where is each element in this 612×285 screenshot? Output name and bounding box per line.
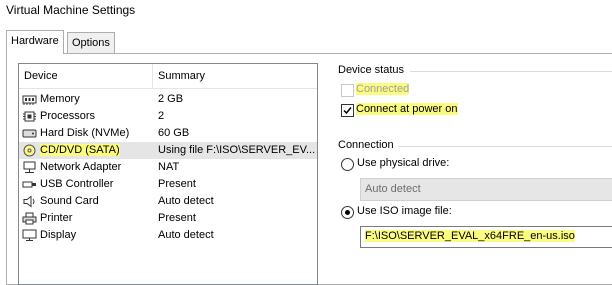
column-header-summary[interactable]: Summary xyxy=(158,70,205,82)
device-status-label: Device status xyxy=(338,64,405,76)
device-list-header: Device Summary xyxy=(19,64,317,89)
processor-icon xyxy=(23,111,36,122)
device-row-hard-disk[interactable]: Hard Disk (NVMe) 60 GB xyxy=(19,125,317,142)
device-name: Hard Disk (NVMe) xyxy=(40,127,130,139)
device-row-processors[interactable]: Processors 2 xyxy=(19,108,317,125)
device-summary: NAT xyxy=(158,161,180,173)
window-title: Virtual Machine Settings xyxy=(6,3,136,17)
iso-path-input[interactable]: F:\ISO\SERVER_EVAL_x64FRE_en-us.iso xyxy=(360,226,612,248)
device-summary: Present xyxy=(158,212,196,224)
device-name: Sound Card xyxy=(40,195,99,207)
use-physical-drive-radio[interactable] xyxy=(341,158,354,171)
column-header-device[interactable]: Device xyxy=(24,70,58,82)
device-name: Network Adapter xyxy=(40,161,122,173)
device-name: CD/DVD (SATA) xyxy=(40,144,120,156)
radio-dot-icon xyxy=(345,210,350,215)
memory-icon xyxy=(22,95,37,105)
hard-disk-icon xyxy=(22,129,37,138)
device-name: Printer xyxy=(40,212,73,224)
use-iso-image-label: Use ISO image file: xyxy=(357,205,452,217)
connect-at-power-on-label: Connect at power on xyxy=(356,103,458,115)
sound-card-icon xyxy=(23,195,35,208)
column-separator[interactable] xyxy=(152,64,153,88)
physical-drive-select-value: Auto detect xyxy=(365,183,421,195)
device-list[interactable]: Device Summary Memory 2 GB Processors 2 … xyxy=(18,63,318,285)
device-summary: Auto detect xyxy=(158,229,214,241)
connection-divider xyxy=(398,146,612,147)
display-icon xyxy=(22,229,37,241)
device-name: Display xyxy=(40,229,77,241)
device-summary: 60 GB xyxy=(158,127,190,139)
tab-options[interactable]: Options xyxy=(67,32,115,53)
printer-icon xyxy=(22,212,37,225)
cd-dvd-icon xyxy=(23,144,36,157)
network-adapter-icon xyxy=(23,161,36,173)
device-name: Processors xyxy=(40,110,96,122)
iso-path-value: F:\ISO\SERVER_EVAL_x64FRE_en-us.iso xyxy=(365,230,575,242)
device-summary: Using file F:\ISO\SERVER_EV... xyxy=(158,144,316,156)
connection-label: Connection xyxy=(338,139,394,151)
checkmark-icon xyxy=(343,107,352,115)
device-summary: Auto detect xyxy=(158,195,214,207)
device-row-cd-dvd[interactable]: CD/DVD (SATA) Using file F:\ISO\SERVER_E… xyxy=(19,142,317,159)
device-status-divider xyxy=(410,71,612,72)
device-row-network-adapter[interactable]: Network Adapter NAT xyxy=(19,159,317,176)
use-physical-drive-label: Use physical drive: xyxy=(357,157,450,169)
device-name: USB Controller xyxy=(40,178,114,190)
device-row-printer[interactable]: Printer Present xyxy=(19,210,317,227)
device-summary: 2 xyxy=(158,110,165,122)
physical-drive-select[interactable]: Auto detect xyxy=(360,178,612,201)
device-row-memory[interactable]: Memory 2 GB xyxy=(19,91,317,108)
device-summary: 2 GB xyxy=(158,93,184,105)
device-summary: Present xyxy=(158,178,196,190)
device-name: Memory xyxy=(40,93,80,105)
connect-at-power-on-checkbox[interactable] xyxy=(341,104,354,117)
connected-label: Connected xyxy=(356,83,410,95)
tab-hardware[interactable]: Hardware xyxy=(6,30,64,54)
device-row-sound-card[interactable]: Sound Card Auto detect xyxy=(19,193,317,210)
device-row-usb-controller[interactable]: USB Controller Present xyxy=(19,176,317,193)
use-iso-image-radio[interactable] xyxy=(341,206,354,219)
device-row-display[interactable]: Display Auto detect xyxy=(19,227,317,244)
connected-checkbox[interactable] xyxy=(341,84,354,97)
usb-controller-icon xyxy=(22,181,36,188)
